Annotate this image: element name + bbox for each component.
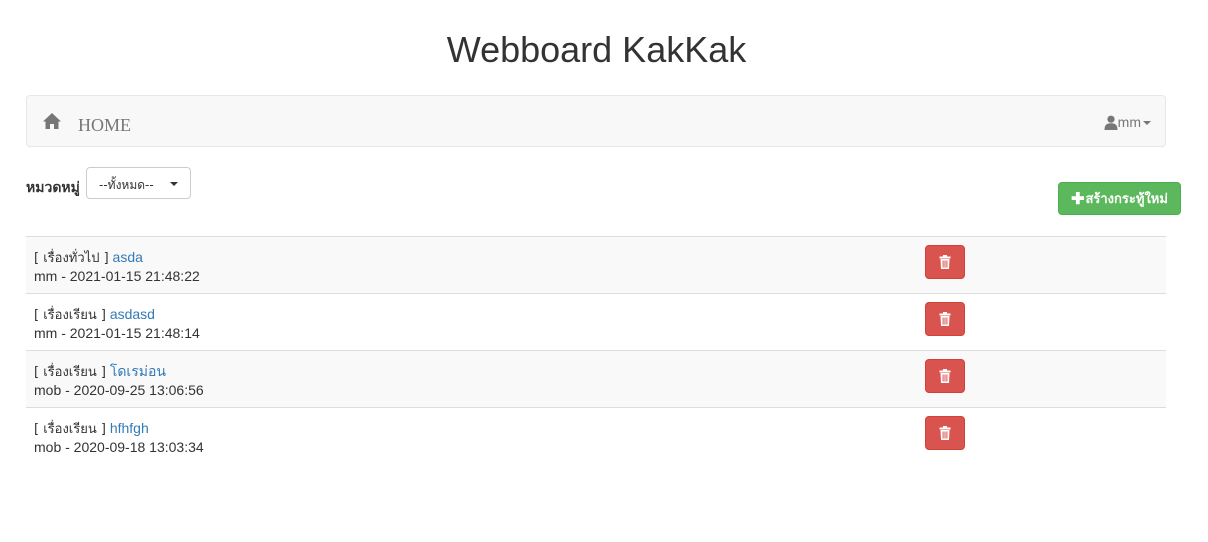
plus-icon: ✚ — [1071, 190, 1085, 208]
post-title-link[interactable]: โดเรม่อน — [110, 363, 166, 379]
delete-button[interactable] — [925, 359, 965, 393]
table-row: [ เรื่องทั่วไป ] asda mm - 2021-01-15 21… — [26, 236, 1166, 293]
trash-icon — [939, 426, 951, 440]
post-meta: mob - 2020-09-18 13:03:34 — [34, 439, 204, 455]
chevron-down-icon — [170, 182, 178, 186]
trash-icon — [939, 369, 951, 383]
post-meta: mm - 2021-01-15 21:48:14 — [34, 325, 200, 341]
new-post-label: สร้างกระทู้ใหม่ — [1085, 192, 1168, 207]
post-category: [ เรื่องทั่วไป ] — [34, 251, 109, 266]
new-post-button[interactable]: ✚ สร้างกระทู้ใหม่ — [1058, 182, 1181, 215]
posts-table: [ เรื่องทั่วไป ] asda mm - 2021-01-15 21… — [26, 236, 1166, 464]
home-icon[interactable] — [42, 112, 62, 130]
table-row: [ เรื่องเรียน ] โดเรม่อน mob - 2020-09-2… — [26, 350, 1166, 407]
trash-icon — [939, 255, 951, 269]
delete-button[interactable] — [925, 245, 965, 279]
post-category: [ เรื่องเรียน ] — [34, 308, 106, 323]
category-select-value: --ทั้งหมด-- — [99, 178, 154, 192]
user-name: mm — [1117, 114, 1141, 130]
trash-icon — [939, 312, 951, 326]
post-meta: mob - 2020-09-25 13:06:56 — [34, 382, 204, 398]
post-meta: mm - 2021-01-15 21:48:22 — [34, 268, 200, 284]
user-icon — [1104, 115, 1118, 130]
navbar: HOME mm — [26, 95, 1166, 147]
post-title-link[interactable]: asdasd — [110, 306, 155, 322]
chevron-down-icon — [1143, 120, 1151, 125]
user-menu-dropdown[interactable]: mm — [1104, 112, 1151, 132]
filter-label: หมวดหมู่ — [26, 180, 80, 196]
table-row: [ เรื่องเรียน ] asdasd mm - 2021-01-15 2… — [26, 293, 1166, 350]
post-title-link[interactable]: asda — [113, 249, 143, 265]
delete-button[interactable] — [925, 302, 965, 336]
post-title-link[interactable]: hfhfgh — [110, 420, 149, 436]
category-select[interactable]: --ทั้งหมด-- — [86, 167, 191, 199]
post-category: [ เรื่องเรียน ] — [34, 422, 106, 437]
post-category: [ เรื่องเรียน ] — [34, 365, 106, 380]
delete-button[interactable] — [925, 416, 965, 450]
table-row: [ เรื่องเรียน ] hfhfgh mob - 2020-09-18 … — [26, 407, 1166, 464]
page-title: Webboard KakKak — [446, 29, 747, 70]
nav-home-link[interactable]: HOME — [78, 115, 131, 136]
